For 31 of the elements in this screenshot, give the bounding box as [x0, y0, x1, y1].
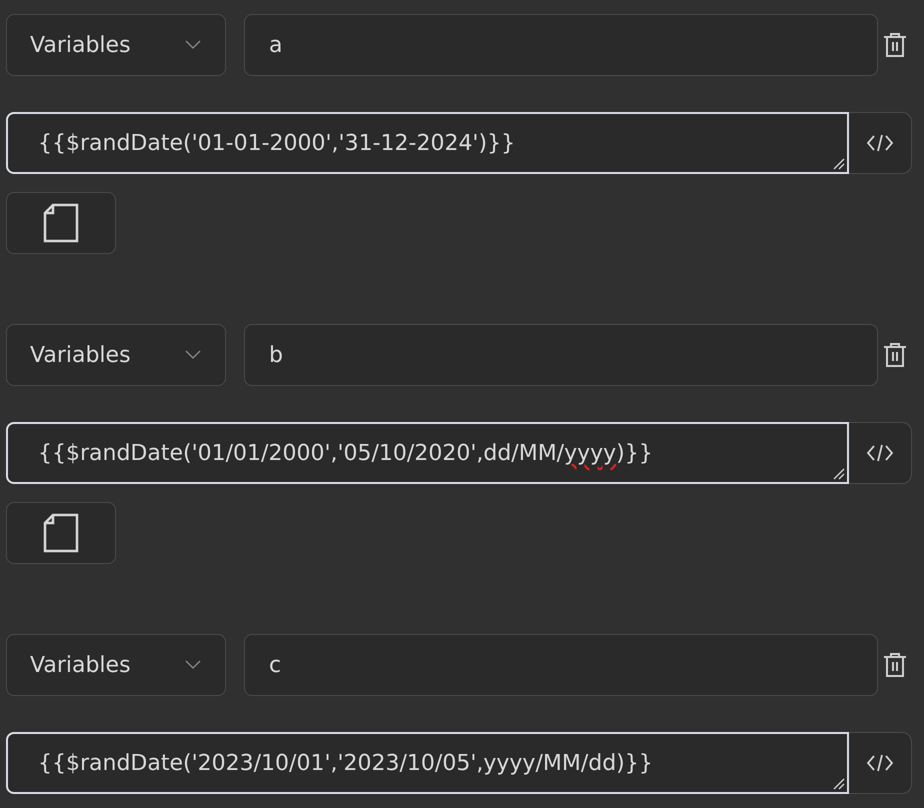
code-icon [866, 752, 894, 774]
chevron-down-icon [185, 660, 201, 670]
code-icon [866, 132, 894, 154]
resize-grip-icon [833, 158, 845, 170]
trash-icon [883, 32, 907, 58]
document-icon [43, 513, 79, 553]
name-field[interactable]: a [244, 14, 878, 76]
code-button[interactable] [849, 112, 912, 174]
delete-button[interactable] [883, 652, 907, 678]
document-icon [43, 203, 79, 243]
delete-button[interactable] [883, 32, 907, 58]
code-icon [866, 442, 894, 464]
chevron-down-icon [185, 40, 201, 50]
type-dropdown[interactable]: Variables [6, 14, 226, 76]
file-button[interactable] [6, 502, 116, 564]
value-field[interactable]: {{$randDate('01-01-2000','31-12-2024')}} [6, 112, 849, 174]
code-button[interactable] [849, 732, 912, 794]
trash-icon [883, 342, 907, 368]
code-button[interactable] [849, 422, 912, 484]
value-field[interactable]: {{$randDate('01/01/2000','05/10/2020',dd/MM/yyyy)}} [6, 422, 849, 484]
resize-grip-icon [833, 468, 845, 480]
type-dropdown[interactable]: Variables [6, 634, 226, 696]
name-field[interactable]: b [244, 324, 878, 386]
resize-grip-icon [833, 778, 845, 790]
name-field[interactable]: c [244, 634, 878, 696]
chevron-down-icon [185, 350, 201, 360]
type-dropdown[interactable]: Variables [6, 324, 226, 386]
delete-button[interactable] [883, 342, 907, 368]
trash-icon [883, 652, 907, 678]
file-button[interactable] [6, 192, 116, 254]
value-field[interactable]: {{$randDate('2023/10/01','2023/10/05',yyyy/MM/dd)}} [6, 732, 849, 794]
